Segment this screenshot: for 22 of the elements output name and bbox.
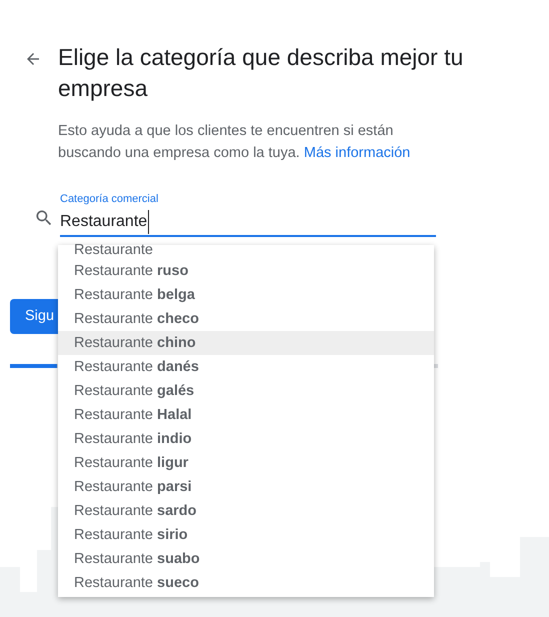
field-value: Restaurante xyxy=(60,210,150,234)
suggestion-item[interactable]: Restaurante xyxy=(58,245,434,259)
suggestion-item[interactable]: Restaurante sueco xyxy=(58,571,434,595)
suggestion-item[interactable]: Restaurante galés xyxy=(58,379,434,403)
page-title: Elige la categoría que describa mejor tu empresa xyxy=(58,43,464,103)
suggestion-item[interactable]: Restaurante danés xyxy=(58,355,434,379)
suggestion-item[interactable]: Restaurante indio xyxy=(58,427,434,451)
suggestion-item[interactable]: Restaurante ruso xyxy=(58,259,434,283)
suggestion-item[interactable]: Restaurante Halal xyxy=(58,403,434,427)
suggestion-item[interactable]: Restaurante suabo xyxy=(58,547,434,571)
description-text: Esto ayuda a que los clientes te encuentren si están buscando una empresa como la tuya. Más información xyxy=(58,122,412,163)
suggestion-item[interactable]: Restaurante checo xyxy=(58,307,434,331)
suggestion-item[interactable]: Restaurante belga xyxy=(58,283,434,307)
search-icon xyxy=(34,208,54,228)
category-field[interactable]: Categoría comercial Restaurante xyxy=(60,192,436,237)
field-label: Categoría comercial xyxy=(60,192,160,206)
suggestion-item[interactable]: Restaurante sirio xyxy=(58,523,434,547)
suggestion-item[interactable]: Restaurante sardo xyxy=(58,499,434,523)
suggestion-item[interactable]: Restaurante chino xyxy=(58,331,434,355)
suggestion-item[interactable]: Restaurante ligur xyxy=(58,451,434,475)
suggestion-item[interactable]: Restaurante parsi xyxy=(58,475,434,499)
more-info-link[interactable]: Más información xyxy=(304,145,410,161)
